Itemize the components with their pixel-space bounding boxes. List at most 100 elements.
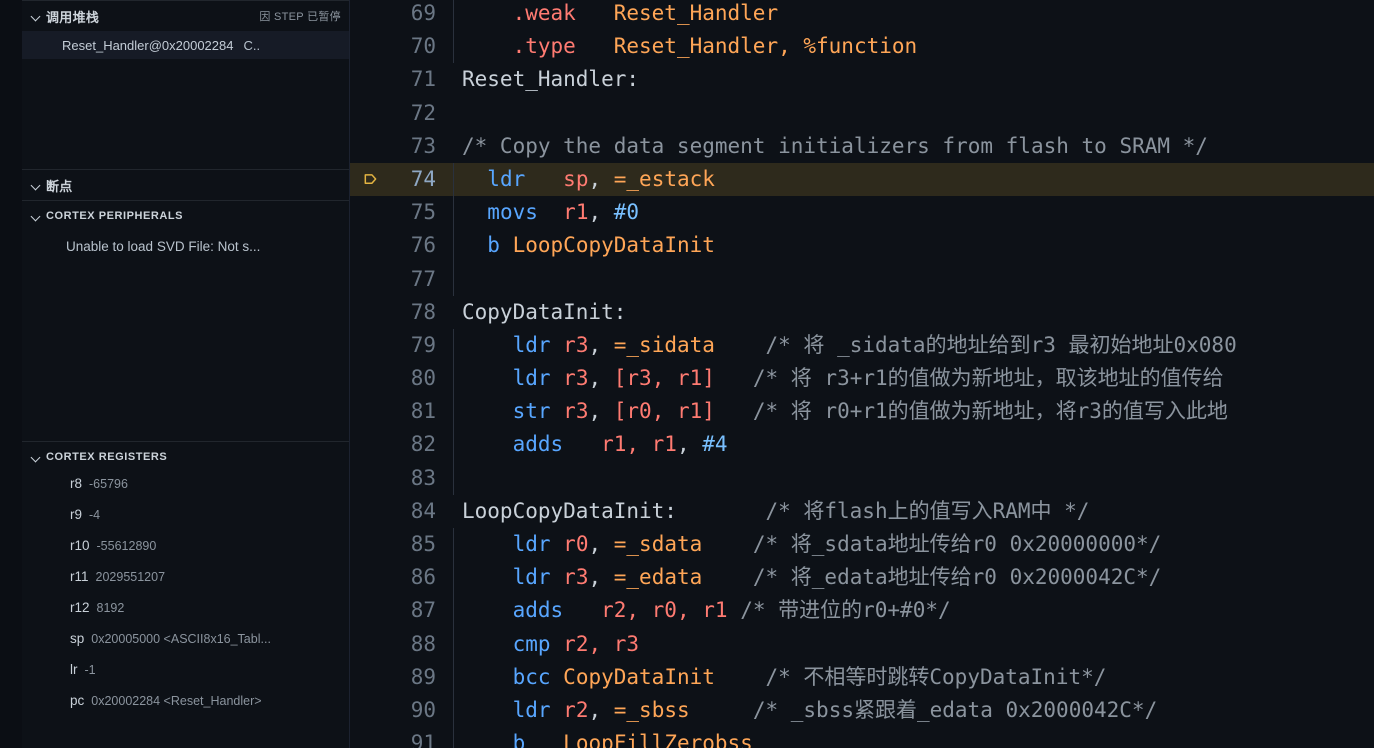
token-reg: [r3, r1] [613, 366, 715, 391]
code-line[interactable]: 86 ldr r3, =_edata /* 将_edata地址传给r0 0x20… [350, 561, 1374, 595]
register-row[interactable]: r8 -65796 [22, 476, 349, 507]
glyph-margin[interactable] [350, 561, 387, 594]
code-line[interactable]: 79 ldr r3, =_sidata /* 将 _sidata的地址给到r3 … [350, 328, 1374, 363]
code-content[interactable]: ldr r3, [r3, r1] /* 将 r3+r1的值做为新地址，取该地址的… [462, 362, 1224, 395]
code-content[interactable]: b LoopCopyDataInit [462, 229, 715, 262]
token-sym: LoopFillZerobss [563, 731, 753, 748]
token-kw: b [487, 233, 500, 258]
code-line[interactable]: 91 b LoopFillZerobss [350, 727, 1374, 748]
call-stack-frame[interactable]: Reset_Handler@0x20002284 C.. [22, 31, 349, 59]
register-row[interactable]: r9 -4 [22, 507, 349, 538]
code-content[interactable]: b LoopFillZerobss [462, 727, 753, 748]
code-line[interactable]: 84 LoopCopyDataInit: /* 将flash上的值写入RAM中 *… [350, 495, 1374, 528]
code-line[interactable]: 85 ldr r0, =_sdata /* 将_sdata地址传给r0 0x20… [350, 528, 1374, 562]
code-line[interactable]: 78 CopyDataInit: [350, 296, 1374, 329]
glyph-margin[interactable] [350, 296, 387, 329]
code-lines[interactable]: 69 .weak Reset_Handler 70 .type Reset_Han… [350, 0, 1374, 748]
glyph-margin[interactable] [350, 395, 387, 428]
line-number: 72 [410, 100, 436, 125]
code-line[interactable]: 77 [350, 262, 1374, 296]
breakpoints-header[interactable]: 断点 [22, 170, 349, 200]
cortex-peripherals-header[interactable]: CORTEX PERIPHERALS [22, 201, 349, 231]
glyph-margin[interactable] [350, 329, 387, 362]
glyph-margin[interactable] [350, 229, 387, 262]
token-plain: , [588, 399, 614, 424]
code-content[interactable]: bcc CopyDataInit /* 不相等时跳转CopyDataInit*/ [462, 661, 1107, 694]
register-row[interactable]: pc 0x20002284 <Reset_Handler> [22, 693, 349, 724]
code-content[interactable]: ldr r0, =_sdata /* 将_sdata地址传给r0 0x20000… [462, 528, 1162, 561]
line-number: 78 [410, 299, 436, 324]
code-line[interactable]: 75 movs r1, #0 [350, 196, 1374, 230]
code-line[interactable]: 76 b LoopCopyDataInit [350, 229, 1374, 263]
code-line[interactable]: 73 /* Copy the data segment initializers … [350, 130, 1374, 163]
glyph-margin[interactable] [350, 163, 387, 196]
code-content[interactable]: Reset_Handler: [462, 63, 639, 96]
glyph-margin[interactable] [350, 661, 387, 694]
chevron-down-icon[interactable] [28, 449, 44, 465]
chevron-down-icon[interactable] [28, 8, 44, 24]
code-content[interactable]: movs r1, #0 [462, 196, 639, 229]
code-line[interactable]: 90 ldr r2, =_sbss /* _sbss紧跟着_edata 0x20… [350, 693, 1374, 728]
line-number: 87 [410, 598, 436, 623]
code-content[interactable]: ldr r3, =_edata /* 将_edata地址传给r0 0x20000… [462, 561, 1162, 594]
line-number: 89 [410, 664, 436, 689]
glyph-margin[interactable] [350, 263, 387, 296]
glyph-margin[interactable] [350, 694, 387, 727]
code-content[interactable]: str r3, [r0, r1] /* 将 r0+r1的值做为新地址，将r3的值… [462, 395, 1228, 428]
glyph-margin[interactable] [350, 362, 387, 395]
register-row[interactable]: lr -1 [22, 662, 349, 693]
glyph-margin[interactable] [350, 495, 387, 528]
code-editor[interactable]: 69 .weak Reset_Handler 70 .type Reset_Han… [350, 0, 1374, 748]
code-content[interactable]: CopyDataInit: [462, 296, 626, 329]
glyph-margin[interactable] [350, 428, 387, 461]
code-content[interactable]: .type Reset_Handler, %function [462, 30, 918, 63]
register-value: 2029551207 [95, 570, 166, 584]
code-content[interactable]: cmp r2, r3 [462, 628, 639, 661]
code-line[interactable]: 69 .weak Reset_Handler [350, 0, 1374, 31]
code-line[interactable]: 82 adds r1, r1, #4 [350, 428, 1374, 462]
chevron-down-icon[interactable] [28, 177, 44, 193]
line-number: 86 [410, 565, 436, 590]
register-row[interactable]: sp 0x20005000 <ASCII8x16_Tabl... [22, 631, 349, 662]
code-line[interactable]: 83 [350, 461, 1374, 496]
code-content[interactable]: ldr r2, =_sbss /* _sbss紧跟着_edata 0x20000… [462, 694, 1158, 727]
code-line[interactable]: 87 adds r2, r0, r1 /* 带进位的r0+#0*/ [350, 594, 1374, 628]
code-content[interactable]: .weak Reset_Handler [462, 0, 779, 30]
glyph-margin[interactable] [350, 30, 387, 63]
glyph-margin[interactable] [350, 0, 387, 30]
code-line[interactable]: 74 ldr sp, =_estack [350, 162, 1374, 197]
chevron-down-icon[interactable] [28, 208, 44, 224]
glyph-margin[interactable] [350, 628, 387, 661]
cortex-registers-header[interactable]: CORTEX REGISTERS [22, 442, 349, 472]
code-line[interactable]: 70 .type Reset_Handler, %function [350, 30, 1374, 64]
glyph-margin[interactable] [350, 196, 387, 229]
glyph-margin[interactable] [350, 594, 387, 627]
code-content[interactable]: /* Copy the data segment initializers fr… [462, 130, 1208, 163]
register-value: -55612890 [96, 539, 157, 553]
code-line[interactable]: 81 str r3, [r0, r1] /* 将 r0+r1的值做为新地址，将r… [350, 395, 1374, 429]
code-content[interactable]: adds r2, r0, r1 /* 带进位的r0+#0*/ [462, 594, 951, 627]
code-line[interactable]: 71 Reset_Handler: [350, 63, 1374, 96]
activity-bar[interactable] [0, 0, 22, 748]
glyph-margin[interactable] [350, 63, 387, 96]
register-row[interactable]: r12 8192 [22, 600, 349, 631]
register-row[interactable]: r11 2029551207 [22, 569, 349, 600]
code-line[interactable]: 89 bcc CopyDataInit /* 不相等时跳转CopyDataIni… [350, 660, 1374, 695]
indent-guide [445, 428, 462, 462]
code-line[interactable]: 80 ldr r3, [r3, r1] /* 将 r3+r1的值做为新地址，取该… [350, 362, 1374, 396]
glyph-margin[interactable] [350, 97, 387, 130]
glyph-margin[interactable] [350, 130, 387, 163]
glyph-margin[interactable] [350, 528, 387, 561]
glyph-margin[interactable] [350, 727, 387, 748]
call-stack-header[interactable]: 调用堆栈 因 STEP 已暂停 [22, 1, 349, 31]
code-content[interactable]: ldr r3, =_sidata /* 将 _sidata的地址给到r3 最初始… [462, 329, 1237, 362]
code-content[interactable]: LoopCopyDataInit: /* 将flash上的值写入RAM中 */ [462, 495, 1089, 528]
code-content[interactable]: adds r1, r1, #4 [462, 428, 728, 461]
register-value: -4 [89, 508, 101, 522]
code-content[interactable]: ldr sp, =_estack [462, 163, 715, 196]
glyph-margin[interactable] [350, 462, 387, 495]
code-line[interactable]: 72 [350, 97, 1374, 130]
code-line[interactable]: 88 cmp r2, r3 [350, 627, 1374, 661]
register-row[interactable]: r10 -55612890 [22, 538, 349, 569]
